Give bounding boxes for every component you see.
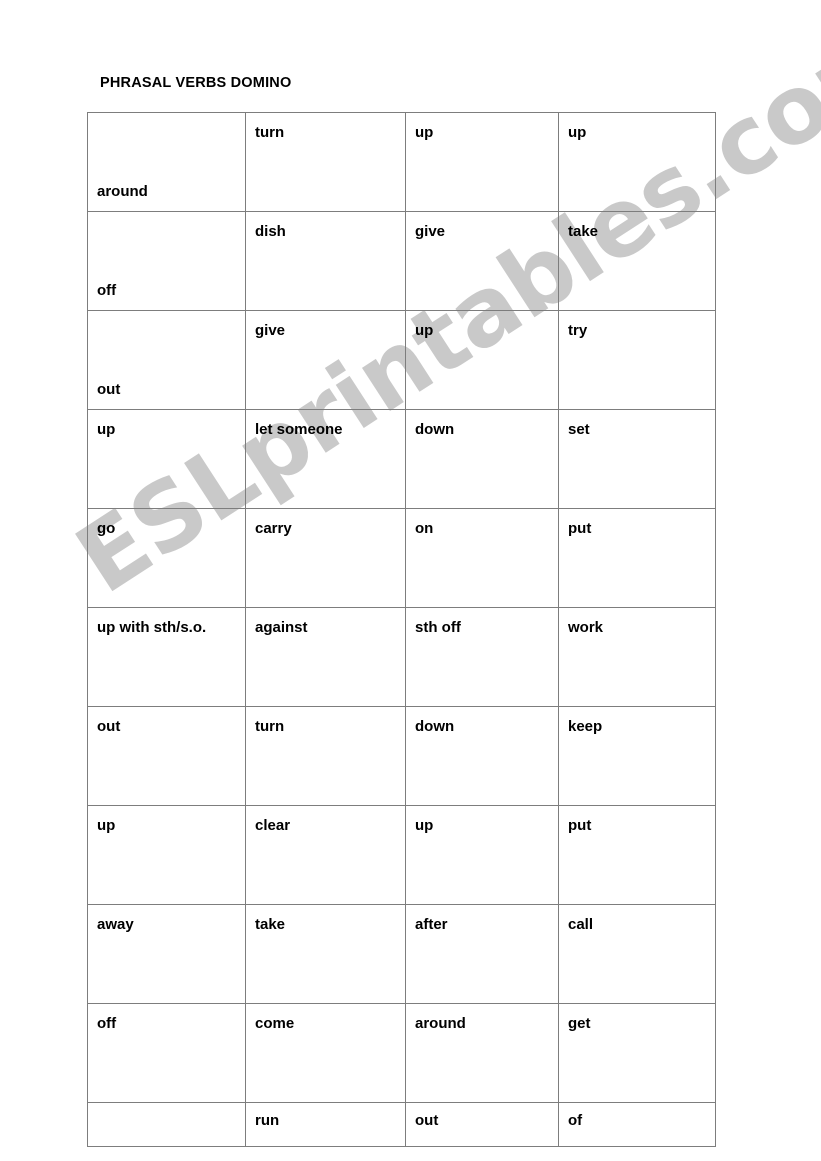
domino-cell[interactable]: off bbox=[87, 211, 246, 311]
domino-cell[interactable]: after bbox=[405, 904, 559, 1004]
domino-cell[interactable]: take bbox=[245, 904, 406, 1004]
domino-cell[interactable]: put bbox=[558, 805, 716, 905]
domino-cell[interactable]: against bbox=[245, 607, 406, 707]
domino-cell[interactable]: out bbox=[405, 1102, 559, 1147]
table-row: up with sth/s.o. against sth off work bbox=[87, 607, 716, 707]
domino-cell[interactable]: clear bbox=[245, 805, 406, 905]
domino-cell[interactable]: let someone bbox=[245, 409, 406, 509]
table-row: off come around get bbox=[87, 1003, 716, 1103]
domino-cell[interactable]: call bbox=[558, 904, 716, 1004]
domino-cell[interactable]: up bbox=[87, 409, 246, 509]
domino-cell[interactable]: up bbox=[87, 805, 246, 905]
domino-cell[interactable]: up bbox=[558, 112, 716, 212]
domino-cell[interactable]: up bbox=[405, 112, 559, 212]
domino-cell[interactable]: around bbox=[87, 112, 246, 212]
domino-cell[interactable]: up bbox=[405, 310, 559, 410]
domino-cell[interactable]: give bbox=[405, 211, 559, 311]
domino-cell[interactable]: go bbox=[87, 508, 246, 608]
domino-cell[interactable]: get bbox=[558, 1003, 716, 1103]
phrasal-verbs-domino-table: around turn up up off dish give take out give up tr… bbox=[87, 112, 716, 1147]
domino-cell[interactable]: away bbox=[87, 904, 246, 1004]
domino-cell[interactable]: turn bbox=[245, 706, 406, 806]
domino-cell[interactable]: down bbox=[405, 409, 559, 509]
domino-cell[interactable]: try bbox=[558, 310, 716, 410]
table-row: up clear up put bbox=[87, 805, 716, 905]
domino-cell[interactable]: set bbox=[558, 409, 716, 509]
table-row: away take after call bbox=[87, 904, 716, 1004]
table-row: up let someone down set bbox=[87, 409, 716, 509]
domino-cell[interactable]: carry bbox=[245, 508, 406, 608]
domino-cell[interactable]: of bbox=[558, 1102, 716, 1147]
table-row: out turn down keep bbox=[87, 706, 716, 806]
page-title: PHRASAL VERBS DOMINO bbox=[100, 75, 292, 91]
table-row: around turn up up bbox=[87, 112, 716, 212]
domino-cell[interactable]: up bbox=[405, 805, 559, 905]
domino-cell[interactable]: out bbox=[87, 706, 246, 806]
domino-cell[interactable]: work bbox=[558, 607, 716, 707]
domino-cell[interactable]: out bbox=[87, 310, 246, 410]
table-row: run out of bbox=[87, 1102, 716, 1147]
domino-cell[interactable]: off bbox=[87, 1003, 246, 1103]
domino-cell[interactable]: take bbox=[558, 211, 716, 311]
domino-table-body: around turn up up off dish give take out give up tr… bbox=[87, 112, 716, 1147]
table-row: off dish give take bbox=[87, 211, 716, 311]
domino-cell[interactable] bbox=[87, 1102, 246, 1147]
domino-cell[interactable]: turn bbox=[245, 112, 406, 212]
domino-cell[interactable]: dish bbox=[245, 211, 406, 311]
domino-cell[interactable]: up with sth/s.o. bbox=[87, 607, 246, 707]
domino-cell[interactable]: give bbox=[245, 310, 406, 410]
table-row: go carry on put bbox=[87, 508, 716, 608]
domino-cell[interactable]: on bbox=[405, 508, 559, 608]
domino-cell[interactable]: run bbox=[245, 1102, 406, 1147]
domino-cell[interactable]: around bbox=[405, 1003, 559, 1103]
worksheet-page: ESLprintables.com PHRASAL VERBS DOMINO a… bbox=[0, 0, 821, 1161]
domino-cell[interactable]: sth off bbox=[405, 607, 559, 707]
domino-cell[interactable]: keep bbox=[558, 706, 716, 806]
domino-cell[interactable]: come bbox=[245, 1003, 406, 1103]
table-row: out give up try bbox=[87, 310, 716, 410]
domino-cell[interactable]: down bbox=[405, 706, 559, 806]
domino-cell[interactable]: put bbox=[558, 508, 716, 608]
